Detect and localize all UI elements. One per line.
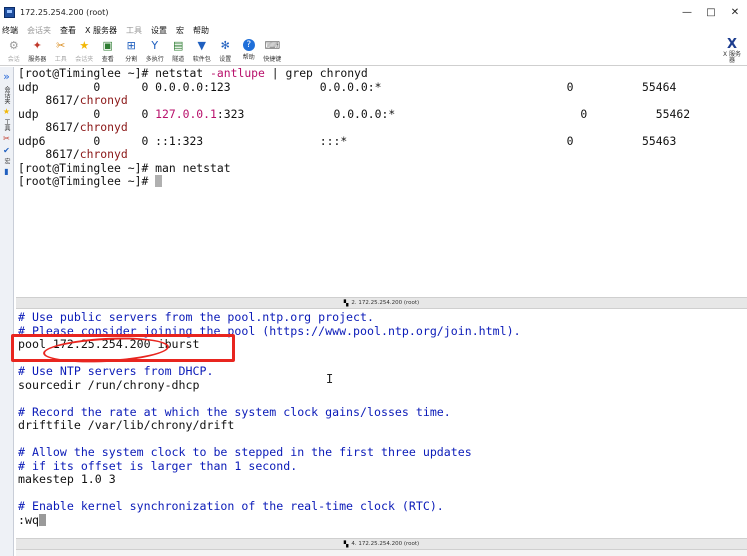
tools-side-icon: ✂ (3, 134, 10, 143)
tool-tunnel[interactable]: ▤ 隧道 (167, 39, 191, 63)
terminal-line: udp 0 0 0.0.0.0:123 0.0.0.0:* 0 55464 (18, 79, 677, 94)
terminal-line: udp6 0 0 ::1:323 :::* 0 55463 (18, 133, 677, 148)
macro-icon: ▮ (4, 167, 9, 176)
xserver-button[interactable]: X X 服务器 (721, 38, 743, 64)
terminal-line: [root@Timinglee ~]# (16, 174, 747, 189)
help-icon: ? (242, 39, 255, 51)
tool-tools[interactable]: ✂ 工具 (49, 39, 73, 63)
tool-multi-exec[interactable]: Y 多执行 (143, 39, 167, 63)
side-tab-tools[interactable]: 工具 (2, 119, 11, 131)
config-line: sourcedir /run/chrony-dhcp (18, 377, 200, 392)
menu-tools[interactable]: 工具 (126, 25, 142, 36)
minimize-button[interactable]: — (675, 0, 699, 24)
session-tab-bar[interactable]: ▚ 2. 172.25.254.200 (root) (16, 297, 747, 309)
config-line: # Use NTP servers from DHCP. (18, 364, 214, 378)
star-icon: ★ (2, 107, 11, 116)
terminal-line: [root@Timinglee ~]# man netstat (18, 160, 231, 175)
tool-settings[interactable]: ✻ 设置 (214, 39, 238, 63)
app-icon (4, 6, 15, 18)
side-tab-session-folder[interactable]: 会话夹 (2, 86, 11, 104)
maximize-button[interactable]: □ (699, 0, 723, 24)
config-line: # Allow the system clock to be stepped i… (18, 445, 472, 459)
tool-servers[interactable]: ✦ 服务器 (26, 39, 50, 63)
side-tab-macro[interactable]: 宏 (2, 158, 11, 164)
config-line: makestep 1.0 3 (18, 472, 116, 486)
terminal-line: [root@Timinglee ~]# netstat -antlupe | g… (18, 67, 368, 80)
config-line (16, 392, 747, 406)
terminal-line: 8617/chronyd (18, 147, 128, 161)
window-title: 172.25.254.200 (root) (20, 7, 109, 17)
menu-terminal[interactable]: 终端 (2, 25, 18, 36)
settings-icon: ✻ (220, 39, 230, 52)
menu-settings[interactable]: 设置 (151, 25, 167, 36)
check-icon: ✔ (3, 146, 10, 155)
tool-help[interactable]: ? 帮助 (237, 39, 261, 61)
shortcut-icon: ⌨ (264, 39, 281, 52)
multi-exec-icon: Y (151, 39, 159, 52)
menu-session-folder[interactable]: 会话夹 (27, 25, 51, 36)
mouse-ibeam-cursor: I (326, 372, 334, 386)
sessions-icon: ⚙ (8, 39, 19, 52)
view-icon: ▣ (102, 39, 113, 52)
tool-sessions[interactable]: ⚙ 会话 (2, 39, 26, 63)
terminal-pane-top[interactable]: [root@Timinglee ~]# netstat -antlupe | g… (16, 67, 747, 297)
terminal-line: 8617/chronyd (18, 93, 128, 107)
config-line: driftfile /var/lib/chrony/drift (18, 418, 235, 432)
server-icon: ✦ (32, 39, 42, 52)
tool-shortcut[interactable]: ⌨ 快捷键 (261, 39, 285, 63)
config-line: # Record the rate at which the system cl… (18, 404, 451, 419)
favorites-icon: ★ (79, 39, 90, 52)
window-controls: — □ ✕ (675, 0, 747, 24)
split-icon: ⊞ (126, 39, 136, 52)
terminal-line: udp 0 0 127.0.0.1:323 0.0.0.0:* 0 55462 (18, 106, 691, 121)
config-line: # if its offset is larger than 1 second. (18, 458, 298, 473)
tool-packages[interactable]: ▼ 软件包 (190, 39, 214, 63)
menu-xserver[interactable]: X 服务器 (85, 25, 117, 36)
title-bar: 172.25.254.200 (root) — □ ✕ (0, 0, 747, 24)
terminal-cursor (155, 175, 163, 187)
session-tab-bar[interactable]: ▚ 4. 172.25.254.200 (root) (16, 538, 747, 550)
config-line: # Use public servers from the pool.ntp.o… (18, 311, 374, 324)
vim-command-line: :wq (16, 513, 747, 528)
menu-bar: 终端 会话夹 查看 X 服务器 工具 设置 宏 帮助 (0, 24, 747, 36)
tool-view[interactable]: ▣ 查看 (96, 39, 120, 63)
config-line (16, 487, 747, 501)
xserver-icon: X (726, 37, 738, 52)
packages-icon: ▼ (197, 39, 206, 52)
terminal-tab-icon: ▚ (343, 299, 349, 307)
close-button[interactable]: ✕ (723, 0, 747, 24)
tool-favorites[interactable]: ★ 会话夹 (73, 39, 97, 63)
terminal-line: 8617/chronyd (18, 120, 128, 134)
terminal-cursor (38, 513, 46, 526)
config-line (16, 433, 747, 447)
menu-help[interactable]: 帮助 (193, 25, 209, 36)
tools-icon: ✂ (56, 39, 66, 52)
side-panel: » 会话夹 ★ 工具 ✂ ✔ 宏 ▮ (0, 67, 14, 556)
menu-view[interactable]: 查看 (60, 25, 76, 36)
status-strip (16, 550, 747, 556)
toolbar: ⚙ 会话 ✦ 服务器 ✂ 工具 ★ 会话夹 ▣ 查看 ⊞ 分割 Y 多执行 ▤ … (0, 36, 747, 66)
tunnel-icon: ▤ (173, 39, 184, 52)
terminal-tab-icon: ▚ (343, 540, 349, 548)
expand-panel-icon[interactable]: » (3, 70, 10, 83)
config-line: # Enable kernel synchronization of the r… (18, 499, 444, 513)
menu-macro[interactable]: 宏 (176, 25, 184, 36)
tool-split[interactable]: ⊞ 分割 (120, 39, 144, 63)
